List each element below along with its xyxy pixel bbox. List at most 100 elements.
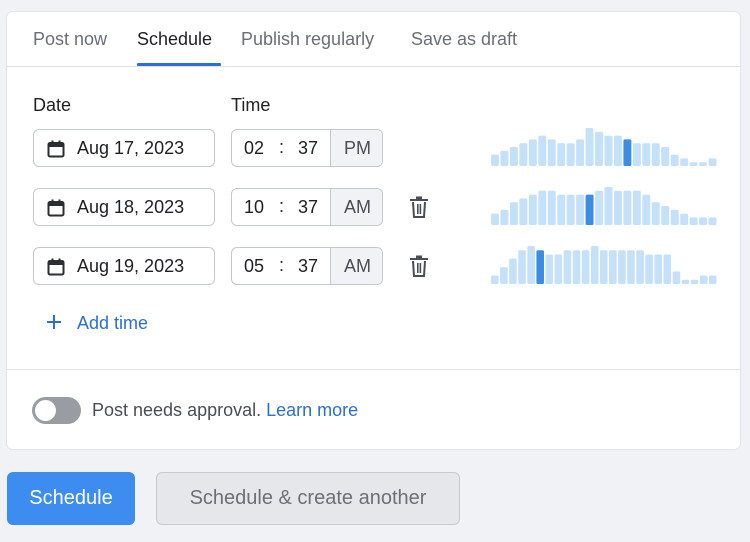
tab-schedule[interactable]: Schedule: [137, 29, 212, 50]
activity-bar: [509, 202, 518, 225]
activity-bar: [690, 279, 699, 284]
activity-bar: [680, 158, 689, 166]
trash-icon[interactable]: [409, 255, 429, 277]
activity-bar: [547, 190, 556, 225]
activity-chart-3: [491, 246, 717, 284]
tab-save-as-draft[interactable]: Save as draft: [411, 29, 517, 50]
activity-bar: [590, 246, 599, 284]
activity-bar: [576, 194, 585, 225]
activity-bar: [518, 250, 526, 284]
activity-bar: [491, 275, 499, 284]
minute-input[interactable]: 37: [298, 197, 318, 218]
time-picker-3: 05 : 37 AM: [231, 247, 383, 285]
learn-more-link[interactable]: Learn more: [266, 400, 358, 420]
activity-bar: [689, 162, 698, 166]
calendar-icon: [47, 140, 65, 158]
activity-bar: [613, 135, 622, 166]
activity-bar: [599, 250, 608, 284]
activity-bar: [699, 275, 708, 284]
time-separator: :: [279, 196, 285, 216]
activity-bar: [681, 279, 690, 284]
activity-bar: [642, 194, 651, 225]
schedule-panel: Post now Schedule Publish regularly Save…: [6, 11, 741, 450]
toggle-knob: [35, 400, 56, 421]
date-picker-1[interactable]: Aug 17, 2023: [33, 129, 215, 167]
activity-bar: [609, 250, 617, 284]
activity-bar: [613, 190, 622, 225]
activity-bar: [670, 209, 679, 225]
activity-bar: [585, 128, 594, 166]
activity-bar: [566, 194, 575, 225]
activity-bar: [680, 213, 689, 225]
activity-bar: [699, 217, 708, 225]
time-separator: :: [279, 137, 285, 157]
activity-bar: [708, 158, 717, 166]
activity-chart-1: [491, 128, 717, 166]
ampm-toggle[interactable]: AM: [330, 189, 382, 225]
ampm-toggle[interactable]: PM: [330, 130, 382, 166]
activity-bar: [528, 194, 537, 225]
activity-bar: [632, 190, 641, 225]
activity-bar: [566, 143, 575, 166]
active-tab-indicator: [137, 63, 221, 66]
activity-bar-selected: [623, 139, 632, 166]
activity-bar: [509, 147, 518, 166]
activity-chart-2: [491, 187, 717, 225]
activity-bar: [645, 254, 653, 284]
activity-bar: [545, 254, 554, 284]
activity-bar: [642, 143, 651, 166]
activity-bar: [661, 206, 670, 225]
approval-label: Post needs approval.: [92, 400, 262, 420]
date-column-label: Date: [33, 95, 72, 115]
activity-bar: [699, 162, 708, 166]
date-value: Aug 19, 2023: [77, 256, 185, 276]
date-picker-2[interactable]: Aug 18, 2023: [33, 188, 215, 226]
activity-bar: [632, 143, 641, 166]
activity-bar: [554, 254, 563, 284]
activity-bar: [618, 250, 626, 284]
activity-bar: [500, 209, 509, 225]
schedule-button[interactable]: Schedule: [7, 472, 135, 525]
activity-bar: [557, 143, 566, 166]
activity-bar: [572, 250, 581, 284]
activity-bar: [557, 194, 566, 225]
time-column-label: Time: [231, 95, 271, 115]
activity-bar: [651, 202, 660, 225]
activity-bar: [538, 190, 547, 225]
activity-bar: [604, 187, 613, 225]
hour-input[interactable]: 02: [244, 138, 264, 159]
calendar-icon: [47, 199, 65, 217]
time-picker-2: 10 : 37 AM: [231, 188, 383, 226]
activity-bar: [491, 154, 499, 166]
activity-bar: [654, 254, 663, 284]
activity-bar: [491, 213, 499, 225]
activity-bar: [670, 154, 679, 166]
tab-post-now[interactable]: Post now: [33, 29, 107, 50]
plus-icon: [47, 315, 61, 329]
minute-input[interactable]: 37: [298, 256, 318, 277]
activity-bar: [519, 143, 528, 166]
activity-bar: [538, 135, 547, 166]
activity-bar: [708, 275, 717, 284]
divider: [7, 369, 740, 370]
activity-bar: [689, 217, 698, 225]
ampm-toggle[interactable]: AM: [330, 248, 382, 284]
hour-input[interactable]: 05: [244, 256, 264, 277]
tab-publish-regularly[interactable]: Publish regularly: [241, 29, 374, 50]
schedule-and-create-another-button[interactable]: Schedule & create another: [156, 472, 460, 525]
activity-bar: [623, 190, 632, 225]
activity-bar-selected: [536, 250, 544, 284]
post-mode-tabs: Post now Schedule Publish regularly Save…: [7, 12, 740, 67]
trash-icon[interactable]: [409, 196, 429, 218]
calendar-icon: [47, 258, 65, 276]
approval-toggle[interactable]: [32, 397, 81, 424]
activity-bar: [576, 139, 585, 166]
date-picker-3[interactable]: Aug 19, 2023: [33, 247, 215, 285]
hour-input[interactable]: 10: [244, 197, 264, 218]
activity-bar: [581, 250, 590, 284]
activity-bar: [509, 258, 517, 284]
date-value: Aug 18, 2023: [77, 197, 185, 217]
activity-bar: [563, 250, 572, 284]
minute-input[interactable]: 37: [298, 138, 318, 159]
activity-bar: [661, 147, 670, 166]
